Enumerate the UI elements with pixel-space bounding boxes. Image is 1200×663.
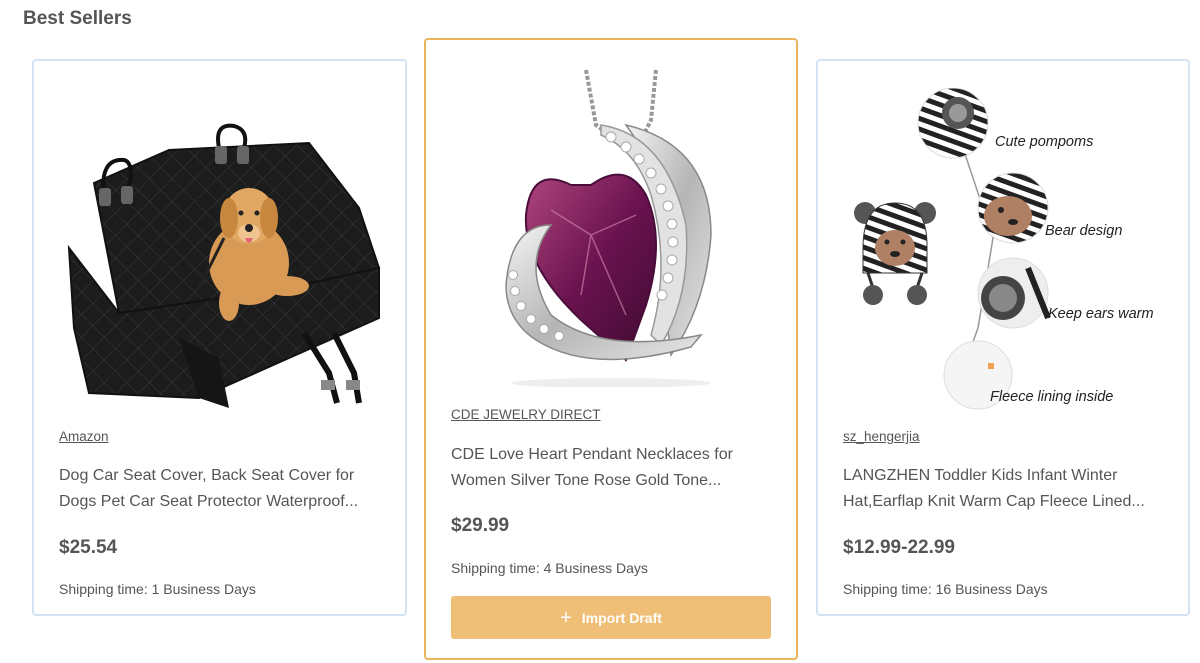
product-vendor-link[interactable]: sz_hengerjia xyxy=(843,429,920,444)
product-card-2[interactable]: CDE JEWELRY DIRECT CDE Love Heart Pendan… xyxy=(424,38,798,660)
callout-ears-warm: Keep ears warm xyxy=(1048,306,1154,322)
toddler-winter-hat-image: Cute pompoms Bear design Keep ears warm … xyxy=(854,88,1154,410)
product-shipping-time: Shipping time: 16 Business Days xyxy=(843,581,1048,597)
product-title[interactable]: LANGZHEN Toddler Kids Infant Winter Hat,… xyxy=(843,463,1173,515)
heart-pendant-necklace-image xyxy=(505,69,712,387)
product-title[interactable]: Dog Car Seat Cover, Back Seat Cover for … xyxy=(59,463,389,515)
product-price: $29.99 xyxy=(451,515,510,536)
section-title: Best Sellers xyxy=(23,8,132,29)
callout-pompoms: Cute pompoms xyxy=(995,134,1093,150)
dog-seat-cover-image xyxy=(67,123,381,408)
product-card-3[interactable]: Cute pompoms Bear design Keep ears warm … xyxy=(816,59,1190,616)
import-draft-button[interactable]: + Import Draft xyxy=(451,596,771,639)
product-image[interactable]: Cute pompoms Bear design Keep ears warm … xyxy=(843,88,1165,410)
product-image[interactable] xyxy=(59,88,381,410)
product-price: $25.54 xyxy=(59,537,118,558)
plus-icon: + xyxy=(560,606,572,629)
product-image[interactable] xyxy=(451,65,773,387)
product-card-1[interactable]: Amazon Dog Car Seat Cover, Back Seat Cov… xyxy=(32,59,407,616)
product-price: $12.99-22.99 xyxy=(843,537,955,558)
callout-fleece-lining: Fleece lining inside xyxy=(990,389,1113,405)
product-vendor-link[interactable]: CDE JEWELRY DIRECT xyxy=(451,407,601,422)
product-shipping-time: Shipping time: 1 Business Days xyxy=(59,581,256,597)
product-shipping-time: Shipping time: 4 Business Days xyxy=(451,560,648,576)
product-title[interactable]: CDE Love Heart Pendant Necklaces for Wom… xyxy=(451,442,781,494)
product-vendor-link[interactable]: Amazon xyxy=(59,429,109,444)
import-draft-label: Import Draft xyxy=(581,609,662,626)
callout-bear-design: Bear design xyxy=(1045,223,1122,239)
hat-illustration xyxy=(854,202,936,305)
